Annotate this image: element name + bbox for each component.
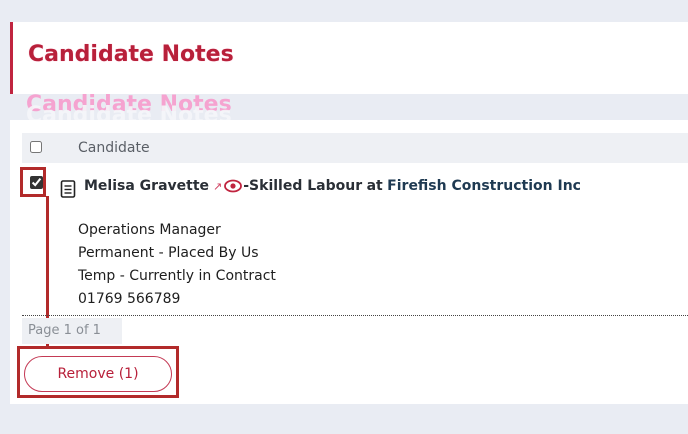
header-accent-bar [10,22,13,94]
candidate-name-link[interactable]: Melisa Gravette [84,178,209,194]
detail-line: Operations Manager [78,222,221,238]
candidate-table-panel: Candidate Melisa Gravette ↗ -Skilled Labou… [10,120,688,404]
page-title: Candidate Notes [28,42,234,67]
candidate-details: Operations Manager Permanent - Placed By… [78,219,276,311]
remove-button[interactable]: Remove (1) [24,356,172,392]
table-divider [22,315,688,316]
detail-phone: 01769 566789 [78,291,181,307]
candidate-summary-line: Melisa Gravette ↗ -Skilled Labour at Firef… [84,178,581,194]
table-header: Candidate [22,133,688,163]
row-select-checkbox[interactable] [30,176,43,189]
detail-line: Permanent - Placed By Us [78,245,259,261]
notes-document-icon[interactable] [60,180,76,198]
page-header: Candidate Notes [10,22,688,94]
eye-icon[interactable] [224,179,243,193]
job-title: -Skilled Labour [243,178,363,194]
column-header-candidate: Candidate [78,140,150,156]
detail-line: Temp - Currently in Contract [78,268,276,284]
external-link-icon[interactable]: ↗ [213,180,222,193]
pagination-info: Page 1 of 1 [22,318,122,344]
company-link[interactable]: Firefish Construction Inc [387,178,581,194]
at-word: at [366,178,383,194]
select-all-checkbox[interactable] [30,141,42,153]
